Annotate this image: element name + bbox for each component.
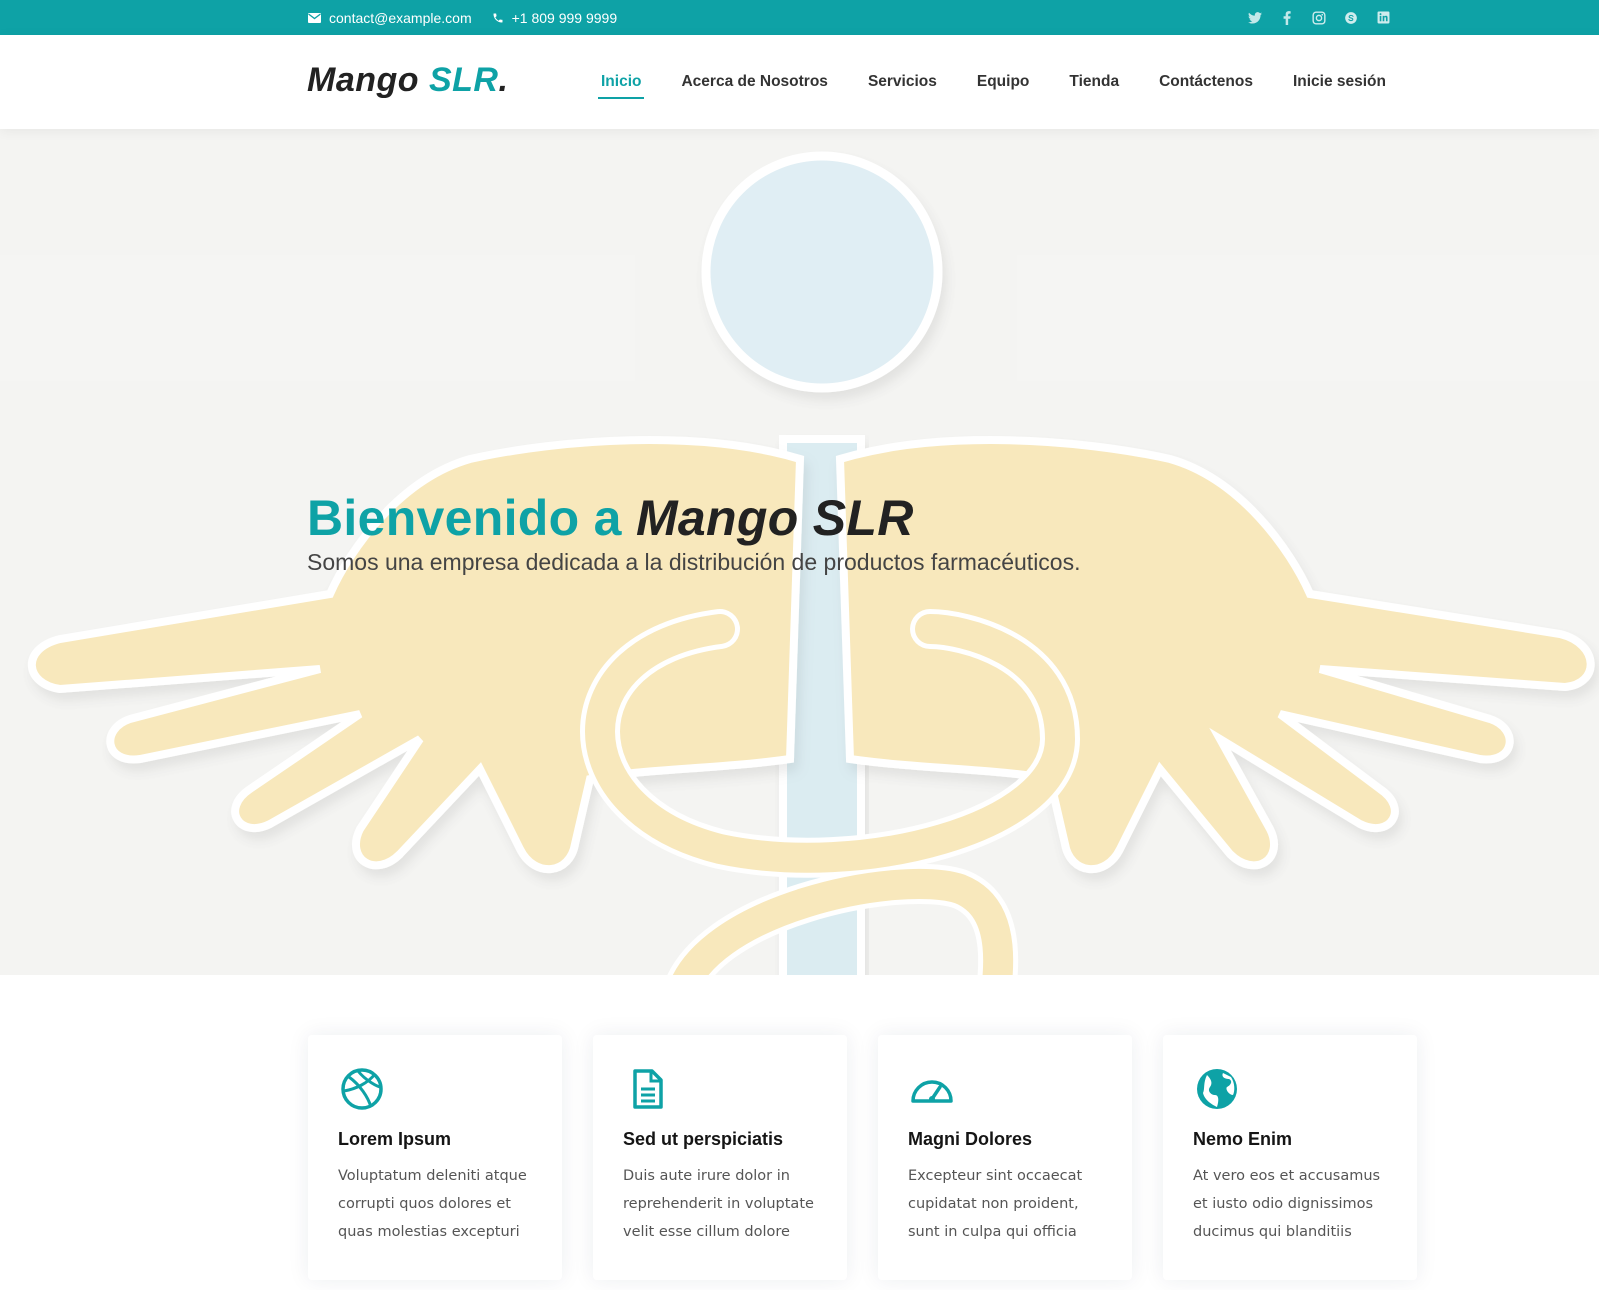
logo-dot: . <box>498 61 509 99</box>
phone-icon <box>493 13 503 22</box>
document-icon <box>633 1069 663 1109</box>
hero-section: Bienvenido a Mango SLR Somos una empresa… <box>0 129 1599 975</box>
phone-text: +1 809 999 9999 <box>511 9 618 26</box>
nav-equipo[interactable]: Equipo <box>974 67 1033 97</box>
feature-text: At vero eos et accusamus et iusto odio di… <box>1193 1162 1387 1246</box>
linkedin-icon <box>1377 11 1389 24</box>
feature-title: Magni Dolores <box>908 1129 1033 1149</box>
feature-text-line: quas molestias excepturi <box>338 1224 520 1240</box>
hero-title-name: Mango SLR <box>635 490 914 546</box>
nav-servicios[interactable]: Servicios <box>865 67 940 97</box>
feature-text-line: At vero eos et accusamus <box>1193 1168 1381 1184</box>
feature-text: Excepteur sint occaecat cupidatat non pro… <box>908 1162 1102 1246</box>
instagram-link[interactable] <box>1311 10 1327 26</box>
feature-text-line: velit esse cillum dolore <box>623 1224 790 1240</box>
site-header: Mango SLR. Inicio Acerca de Nosotros Ser… <box>0 35 1599 129</box>
feature-card[interactable]: Sed ut perspiciatis Duis aute irure dolo… <box>593 1035 847 1280</box>
feature-card[interactable]: Magni Dolores Excepteur sint occaecat cup… <box>878 1035 1132 1280</box>
main-nav: Inicio Acerca de Nosotros Servicios Equi… <box>564 35 1389 129</box>
top-bar: contact@example.com +1 809 999 9999 <box>0 0 1599 35</box>
feature-text: Voluptatum deleniti atque corrupti quos d… <box>338 1162 532 1246</box>
facebook-icon <box>1283 10 1291 25</box>
globe-icon <box>1197 1069 1237 1109</box>
feature-text-line: Excepteur sint occaecat <box>908 1168 1083 1184</box>
feature-card[interactable]: Lorem Ipsum Voluptatum deleniti atque cor… <box>308 1035 562 1280</box>
feature-text-line: reprehenderit in voluptate <box>623 1196 814 1212</box>
feature-text: Duis aute irure dolor in reprehenderit in… <box>623 1162 817 1246</box>
nav-inicio[interactable]: Inicio <box>598 67 645 99</box>
feature-text-line: corrupti quos dolores et <box>338 1196 511 1212</box>
phone-item[interactable]: +1 809 999 9999 <box>492 9 618 26</box>
hero-title: Bienvenido a Mango SLR <box>307 489 914 547</box>
email-text: contact@example.com <box>329 9 472 26</box>
hero-title-prefix: Bienvenido a <box>307 490 636 546</box>
nav-login[interactable]: Inicie sesión <box>1290 67 1389 97</box>
feature-text-line: Duis aute irure dolor in <box>623 1168 790 1184</box>
feature-text-line: sunt in culpa qui officia <box>908 1224 1077 1240</box>
speedometer-icon <box>911 1080 953 1103</box>
feature-title: Lorem Ipsum <box>338 1129 452 1149</box>
dribbble-icon <box>341 1068 383 1110</box>
linkedin-link[interactable] <box>1375 10 1391 26</box>
email-item[interactable]: contact@example.com <box>308 10 472 26</box>
feature-text-line: cupidatat non proident, <box>908 1196 1079 1212</box>
site-logo[interactable]: Mango SLR. <box>307 61 508 100</box>
contact-info: contact@example.com +1 809 999 9999 <box>308 0 637 35</box>
logo-accent: SLR <box>428 61 499 99</box>
skype-link[interactable] <box>1343 10 1359 26</box>
hero-subtitle: Somos una empresa dedicada a la distribu… <box>307 549 1081 575</box>
feature-text-line: et iusto odio dignissimos <box>1193 1196 1374 1212</box>
feature-text-line: ducimus qui blanditiis <box>1193 1224 1352 1240</box>
instagram-icon <box>1312 10 1326 25</box>
nav-contactenos[interactable]: Contáctenos <box>1156 67 1256 97</box>
facebook-link[interactable] <box>1279 10 1295 26</box>
features-section: Lorem Ipsum Voluptatum deleniti atque cor… <box>0 975 1599 1290</box>
feature-title: Nemo Enim <box>1193 1129 1293 1149</box>
social-links <box>1231 0 1391 35</box>
twitter-link[interactable] <box>1247 10 1263 26</box>
nav-acerca[interactable]: Acerca de Nosotros <box>678 67 830 97</box>
feature-text-line: Voluptatum deleniti atque <box>338 1168 527 1184</box>
envelope-icon <box>308 12 321 23</box>
twitter-icon <box>1248 11 1262 24</box>
logo-main: Mango <box>307 61 429 99</box>
feature-card[interactable]: Nemo Enim At vero eos et accusamus et ius… <box>1163 1035 1417 1280</box>
nav-tienda[interactable]: Tienda <box>1066 67 1122 97</box>
skype-icon <box>1345 11 1357 24</box>
feature-title: Sed ut perspiciatis <box>623 1129 784 1149</box>
